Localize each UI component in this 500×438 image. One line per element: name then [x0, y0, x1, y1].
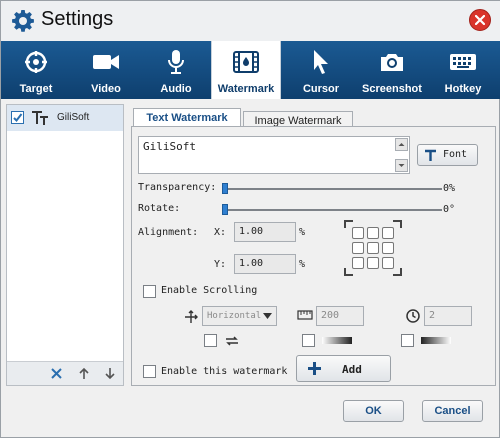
alignment-grid [344, 220, 402, 276]
y-percent-label: % [299, 259, 306, 270]
rotate-slider-thumb[interactable] [222, 204, 228, 215]
cursor-icon [314, 50, 328, 74]
ok-button[interactable]: OK [343, 400, 404, 422]
chevron-down-icon [263, 313, 272, 319]
transparency-label: Transparency: [138, 182, 217, 193]
fade-out-gradient-icon [421, 337, 451, 344]
tab-hotkey[interactable]: Hotkey [428, 41, 498, 99]
font-icon [425, 149, 436, 161]
font-button[interactable]: Font [417, 144, 478, 166]
settings-window: Settings Target Video Audio Watermark Cu… [0, 0, 500, 438]
direction-select-value: Horizontal [207, 311, 262, 321]
transparency-slider[interactable] [222, 188, 442, 190]
tab-label: Watermark [217, 83, 275, 95]
text-watermark-panel: GiliSoft Font Transparency: 0% Rotate: 0… [131, 126, 496, 386]
align-middle-left[interactable] [352, 242, 364, 254]
x-percent-label: % [299, 227, 306, 238]
list-item-label: GiliSoft [57, 112, 90, 123]
tab-label: Screenshot [362, 83, 422, 95]
rotate-value: 0° [443, 204, 456, 215]
x-position-input[interactable]: 1.00 [234, 222, 296, 242]
alignment-label: Alignment: [138, 227, 199, 238]
fade-in-checkbox[interactable] [302, 334, 315, 347]
fade-out-checkbox[interactable] [401, 334, 414, 347]
enable-scrolling-checkbox[interactable] [143, 285, 156, 298]
delete-icon[interactable] [51, 368, 62, 379]
move-up-icon[interactable] [78, 367, 90, 380]
y-label: Y: [214, 259, 227, 270]
add-button[interactable]: Add [296, 355, 391, 382]
enable-watermark-label: Enable this watermark [161, 366, 288, 377]
enable-scrolling-label: Enable Scrolling [161, 285, 258, 296]
window-title: Settings [41, 8, 114, 30]
transparency-value: 0% [443, 183, 456, 194]
y-position-input[interactable]: 1.00 [234, 254, 296, 274]
tab-label: Hotkey [444, 83, 482, 95]
film-icon [233, 51, 259, 73]
direction-select[interactable]: Horizontal [202, 306, 277, 326]
clock-icon [406, 309, 420, 323]
cancel-button[interactable]: Cancel [422, 400, 483, 422]
arrow-down-icon [398, 164, 405, 167]
tab-cursor[interactable]: Cursor [286, 41, 356, 99]
rotate-label: Rotate: [138, 203, 181, 214]
align-center[interactable] [367, 242, 379, 254]
arrow-up-icon [398, 143, 405, 146]
tab-label: Video [91, 83, 121, 95]
checkmark-icon [13, 113, 23, 123]
text-type-icon [32, 111, 48, 125]
title-bar: Settings [1, 1, 500, 41]
move-direction-icon [185, 310, 198, 323]
scroll-up-button[interactable] [395, 138, 408, 151]
tab-label: Target [19, 83, 53, 95]
font-button-label: Font [443, 149, 468, 160]
watermark-text-input[interactable]: GiliSoft [138, 136, 410, 174]
rotate-slider[interactable] [222, 209, 442, 211]
scroll-down-button[interactable] [395, 159, 408, 172]
tab-label: Audio [160, 83, 192, 95]
plus-icon [308, 362, 321, 375]
microphone-icon [168, 50, 184, 74]
x-label: X: [214, 227, 227, 238]
align-top-center[interactable] [367, 227, 379, 239]
tab-screenshot[interactable]: Screenshot [356, 41, 428, 99]
loop-count-input[interactable]: 2 [424, 306, 472, 326]
align-bottom-left[interactable] [352, 257, 364, 269]
tab-target[interactable]: Target [1, 41, 71, 99]
tab-watermark[interactable]: Watermark [211, 41, 281, 99]
gear-icon [12, 10, 34, 32]
align-bottom-right[interactable] [382, 257, 394, 269]
align-middle-right[interactable] [382, 242, 394, 254]
watermark-list: GiliSoft [6, 104, 124, 386]
tab-audio[interactable]: Audio [141, 41, 211, 99]
enable-watermark-checkbox[interactable] [143, 365, 156, 378]
list-toolbar [7, 361, 123, 385]
video-camera-icon [93, 55, 119, 69]
close-button[interactable] [469, 9, 491, 31]
list-item[interactable]: GiliSoft [7, 105, 123, 131]
tab-label: Cursor [302, 83, 340, 95]
repeat-icon [226, 336, 238, 346]
watermark-enabled-checkbox[interactable] [11, 111, 24, 124]
target-icon [25, 51, 47, 73]
add-button-label: Add [342, 363, 362, 376]
transparency-slider-thumb[interactable] [222, 183, 228, 194]
align-bottom-center[interactable] [367, 257, 379, 269]
close-icon [475, 15, 485, 25]
align-top-left[interactable] [352, 227, 364, 239]
keyboard-icon [450, 54, 476, 70]
main-tab-bar: Target Video Audio Watermark Cursor Scre… [1, 41, 500, 99]
speed-icon [297, 310, 313, 320]
watermark-text-value: GiliSoft [143, 140, 196, 153]
fade-in-gradient-icon [322, 337, 352, 344]
align-top-right[interactable] [382, 227, 394, 239]
tab-video[interactable]: Video [71, 41, 141, 99]
camera-icon [381, 54, 403, 71]
loop-checkbox[interactable] [204, 334, 217, 347]
move-down-icon[interactable] [104, 367, 116, 380]
speed-input[interactable]: 200 [316, 306, 364, 326]
